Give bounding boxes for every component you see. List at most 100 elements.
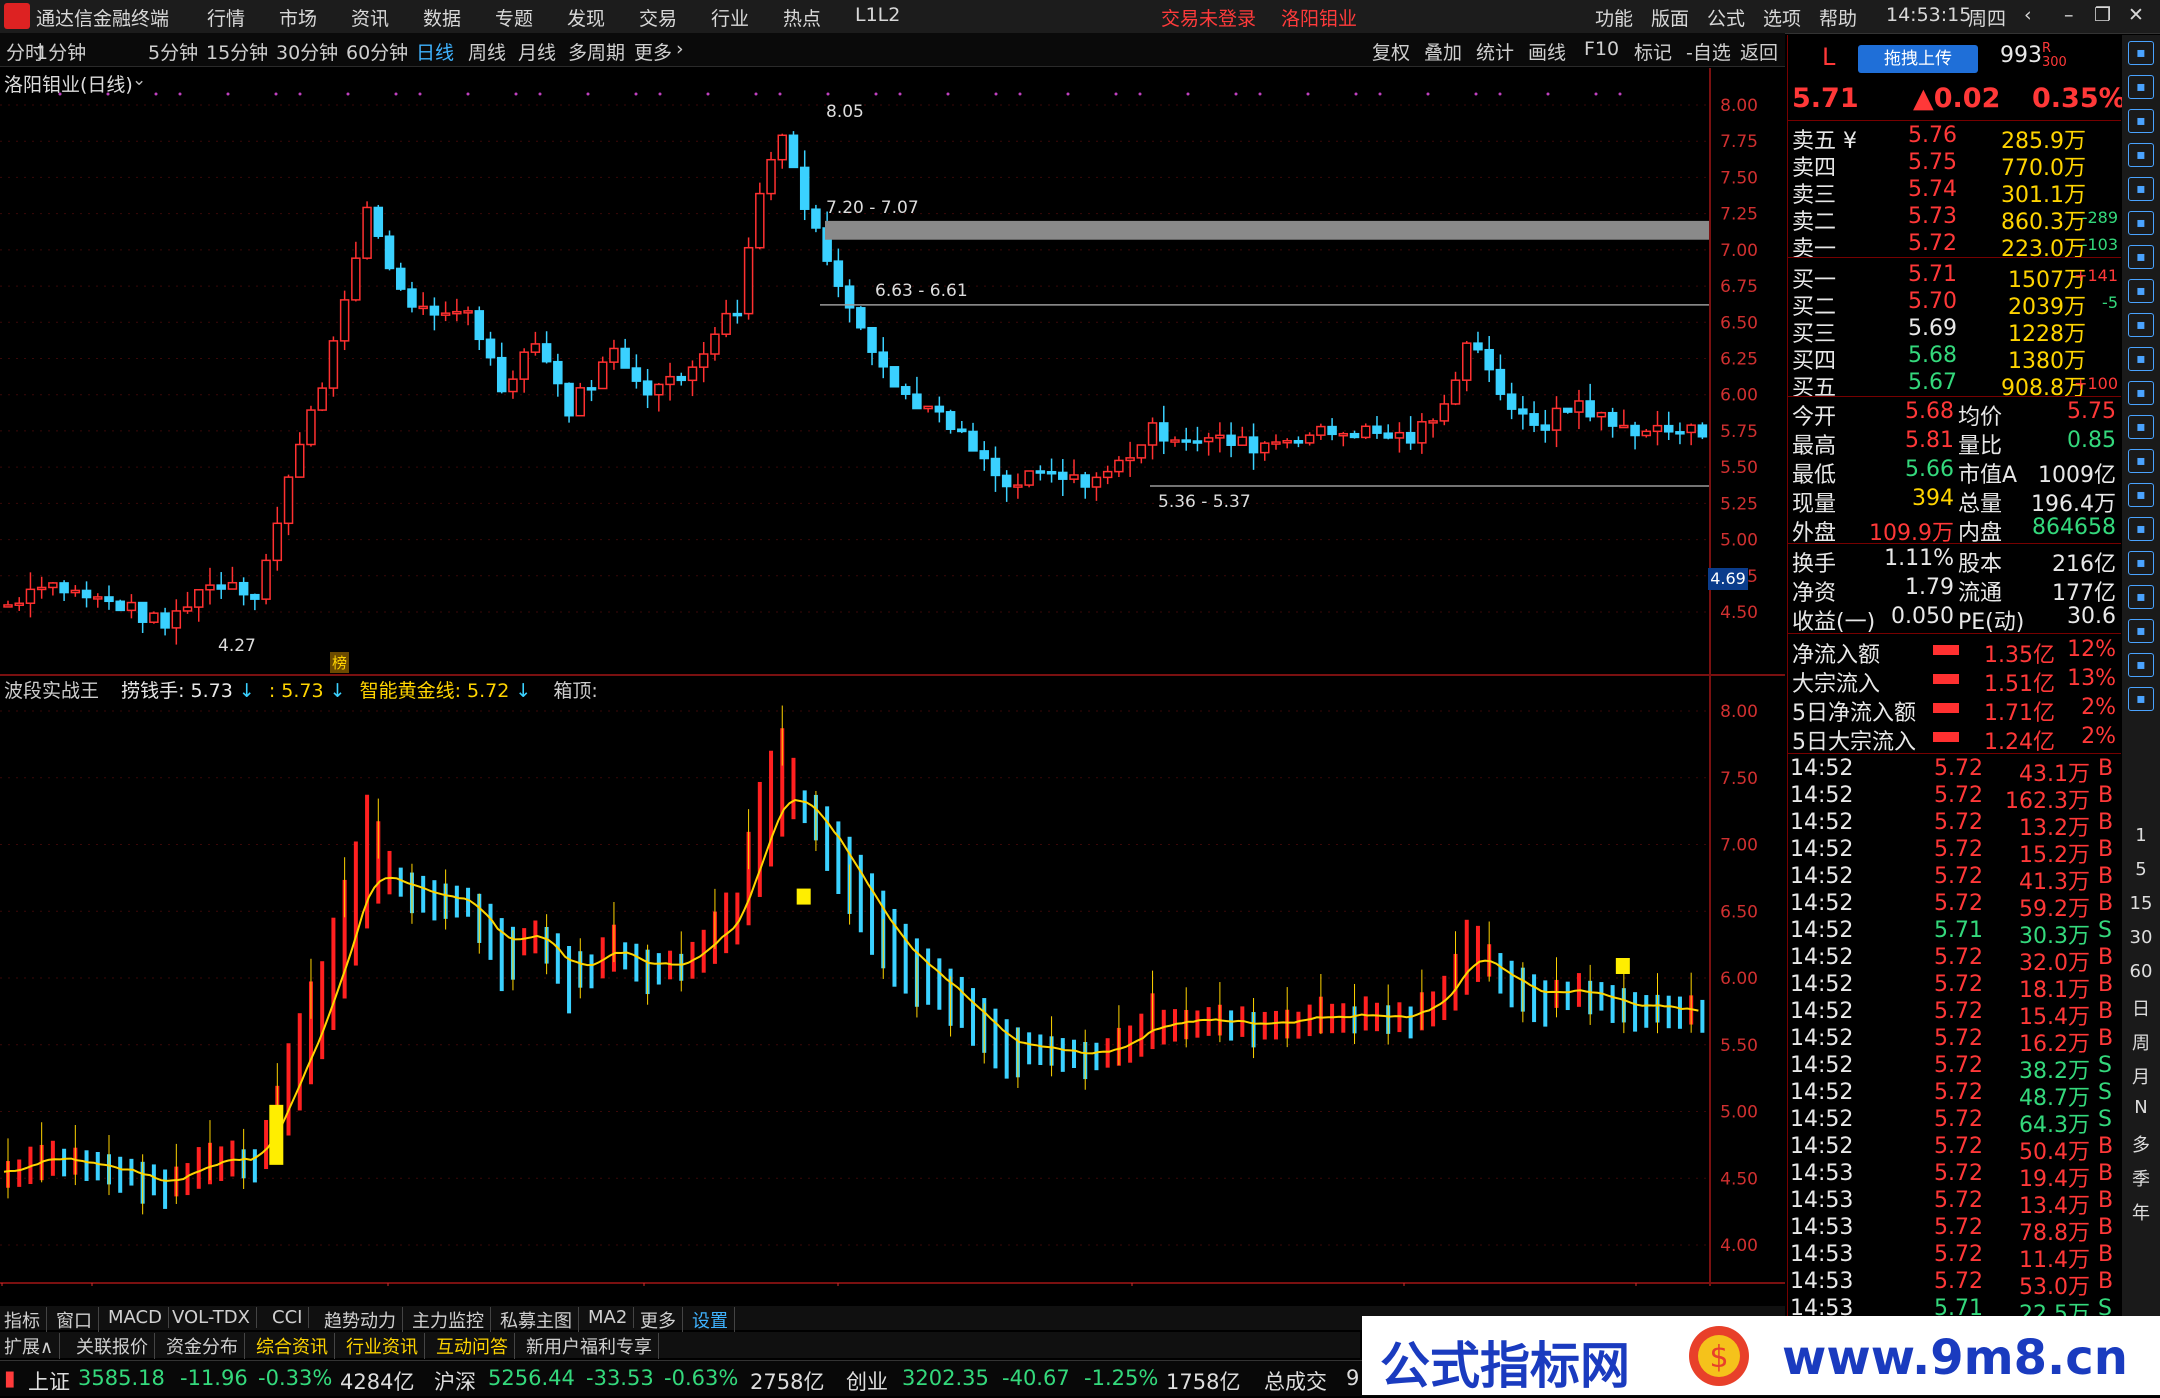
indicator-tab-3[interactable]: VOL-TDX (172, 1307, 257, 1328)
indicator-tab-5[interactable]: 趋势动力 (324, 1307, 403, 1333)
idx-cy-name[interactable]: 创业 (846, 1366, 888, 1396)
menu-shichang[interactable]: 市场 (279, 4, 317, 31)
period-monthly[interactable]: 月线 (518, 38, 556, 65)
orderbook-row[interactable]: 卖五 ¥ 5.76 285.9万 (1788, 123, 2121, 154)
btn-fanhui[interactable]: 返回 (1740, 38, 1778, 65)
menu-gongneng[interactable]: 功能 (1595, 4, 1633, 31)
pen-icon[interactable]: ▪ (2128, 619, 2154, 643)
period-multi[interactable]: 多周期 (568, 38, 625, 65)
tool7-icon[interactable]: ▪ (2128, 483, 2154, 507)
tick-row[interactable]: 14:52 5.72 43.1万 B (1788, 756, 2121, 787)
upload-button[interactable]: 拖拽上传 (1858, 45, 1978, 73)
indicator-tab-8[interactable]: MA2 (588, 1307, 635, 1328)
idx-hs-name[interactable]: 沪深 (434, 1366, 476, 1396)
tick-row[interactable]: 14:52 5.72 64.3万 S (1788, 1107, 2121, 1138)
tick-row[interactable]: 14:52 5.72 59.2万 B (1788, 891, 2121, 922)
tool8-icon[interactable]: ▪ (2128, 551, 2154, 575)
chart2-icon[interactable]: ▪ (2128, 279, 2154, 303)
info-tab-3[interactable]: 综合资讯 (256, 1333, 335, 1359)
tool5-icon[interactable]: ▪ (2128, 347, 2154, 371)
tick-row[interactable]: 14:53 5.72 53.0万 B (1788, 1269, 2121, 1300)
sidebar-period-4[interactable]: 60 (2122, 961, 2160, 982)
btn-zixuan[interactable]: -自选 (1686, 38, 1731, 65)
idx-sh-name[interactable]: 上证 (28, 1366, 70, 1396)
tool9-icon[interactable]: ▪ (2128, 653, 2154, 677)
btn-diejia[interactable]: 叠加 (1424, 38, 1462, 65)
period-weekly[interactable]: 周线 (468, 38, 506, 65)
sidebar-period-8[interactable]: N (2122, 1097, 2160, 1118)
tool6-icon[interactable]: ▪ (2128, 449, 2154, 473)
indicator-tab-7[interactable]: 私募主图 (500, 1307, 579, 1333)
indicator-name[interactable]: 波段实战王 (4, 680, 99, 702)
sidebar-period-6[interactable]: 周 (2122, 1029, 2160, 1055)
orderbook-row[interactable]: 买四 5.68 1380万 (1788, 343, 2121, 374)
tool10-icon[interactable]: ▪ (2128, 687, 2154, 711)
chevron-down-icon[interactable]: ⌄ (132, 70, 146, 90)
btn-fuquan[interactable]: 复权 (1372, 38, 1410, 65)
tick-row[interactable]: 14:52 5.72 32.0万 B (1788, 945, 2121, 976)
move-icon[interactable]: ▪ (2128, 585, 2154, 609)
indicator-tab-1[interactable]: 窗口 (56, 1307, 99, 1333)
menu-jiaoyi[interactable]: 交易 (639, 4, 677, 31)
btn-biaoji[interactable]: 标记 (1634, 38, 1672, 65)
tool3-icon[interactable]: ▪ (2128, 211, 2154, 235)
sidebar-period-3[interactable]: 30 (2122, 927, 2160, 948)
chart-area[interactable]: 8.00 7.75 7.50 7.25 7.00 6.75 6.50 6.25 6.00 5.75… (0, 68, 1785, 1307)
menu-l1l2[interactable]: L1L2 (855, 4, 900, 26)
menu-redian[interactable]: 热点 (783, 4, 821, 31)
tick-row[interactable]: 14:52 5.72 15.4万 B (1788, 999, 2121, 1030)
period-5min[interactable]: 5分钟 (148, 38, 198, 65)
info-tab-6[interactable]: 新用户福利专享 (526, 1333, 659, 1359)
menu-zixun[interactable]: 资讯 (351, 4, 389, 31)
nav-up-icon[interactable]: ▪ (2128, 41, 2154, 65)
orderbook-row[interactable]: 卖二 5.73 860.3万 -289 (1788, 204, 2121, 235)
btn-tongji[interactable]: 统计 (1476, 38, 1514, 65)
info-tab-5[interactable]: 互动问答 (436, 1333, 515, 1359)
info-tab-4[interactable]: 行业资讯 (346, 1333, 425, 1359)
period-60min[interactable]: 60分钟 (346, 38, 408, 65)
f10-icon[interactable]: ▪ (2128, 381, 2154, 405)
sidebar-period-10[interactable]: 季 (2122, 1165, 2160, 1191)
sidebar-period-1[interactable]: 5 (2122, 859, 2160, 880)
menu-hangye[interactable]: 行业 (711, 4, 749, 31)
info-tab-0[interactable]: 扩展∧ (4, 1333, 61, 1359)
menu-xuanxiang[interactable]: 选项 (1763, 4, 1801, 31)
menu-hangqing[interactable]: 行情 (207, 4, 245, 31)
indicator-tab-4[interactable]: CCI (272, 1307, 310, 1328)
rsi-icon[interactable]: ▪ (2128, 517, 2154, 541)
period-1min[interactable]: 1分钟 (36, 38, 86, 65)
menu-faxian[interactable]: 发现 (567, 4, 605, 31)
chart1-icon[interactable]: ▪ (2128, 245, 2154, 269)
tick-row[interactable]: 14:53 5.72 19.4万 B (1788, 1161, 2121, 1192)
tick-row[interactable]: 14:52 5.72 15.2万 B (1788, 837, 2121, 868)
menu-shuju[interactable]: 数据 (423, 4, 461, 31)
tick-row[interactable]: 14:52 5.72 162.3万 B (1788, 783, 2121, 814)
indicator-tab-0[interactable]: 指标 (4, 1307, 47, 1333)
sidebar-period-0[interactable]: 1 (2122, 825, 2160, 846)
indicator-tab-2[interactable]: MACD (108, 1307, 169, 1328)
btn-f10[interactable]: F10 (1584, 38, 1619, 60)
close-icon[interactable]: ✕ (2128, 4, 2144, 26)
period-30min[interactable]: 30分钟 (276, 38, 338, 65)
tool1-icon[interactable]: ▪ (2128, 143, 2154, 167)
tick-row[interactable]: 14:52 5.72 13.2万 B (1788, 810, 2121, 841)
indicator-tab-10[interactable]: 设置 (692, 1307, 735, 1333)
sidebar-period-5[interactable]: 日 (2122, 995, 2160, 1021)
indicator-tab-6[interactable]: 主力监控 (412, 1307, 491, 1333)
tool4-icon[interactable]: ▪ (2128, 313, 2154, 337)
tool2-icon[interactable]: ▪ (2128, 177, 2154, 201)
tick-row[interactable]: 14:52 5.71 30.3万 S (1788, 918, 2121, 949)
sidebar-period-2[interactable]: 15 (2122, 893, 2160, 914)
back-icon[interactable]: ‹ (2024, 4, 2032, 26)
tick-row[interactable]: 14:53 5.72 13.4万 B (1788, 1188, 2121, 1219)
tick-row[interactable]: 14:52 5.72 50.4万 B (1788, 1134, 2121, 1165)
maximize-icon[interactable]: ❐ (2094, 4, 2111, 26)
tick-row[interactable]: 14:52 5.72 38.2万 S (1788, 1053, 2121, 1084)
orderbook-row[interactable]: 买五 5.67 908.8万 +100 (1788, 370, 2121, 401)
menu-gongshi[interactable]: 公式 (1707, 4, 1745, 31)
tick-row[interactable]: 14:52 5.72 18.1万 B (1788, 972, 2121, 1003)
tick-row[interactable]: 14:52 5.72 16.2万 B (1788, 1026, 2121, 1057)
sidebar-period-11[interactable]: 年 (2122, 1199, 2160, 1225)
period-15min[interactable]: 15分钟 (206, 38, 268, 65)
btn-huaxian[interactable]: 画线 (1528, 38, 1566, 65)
